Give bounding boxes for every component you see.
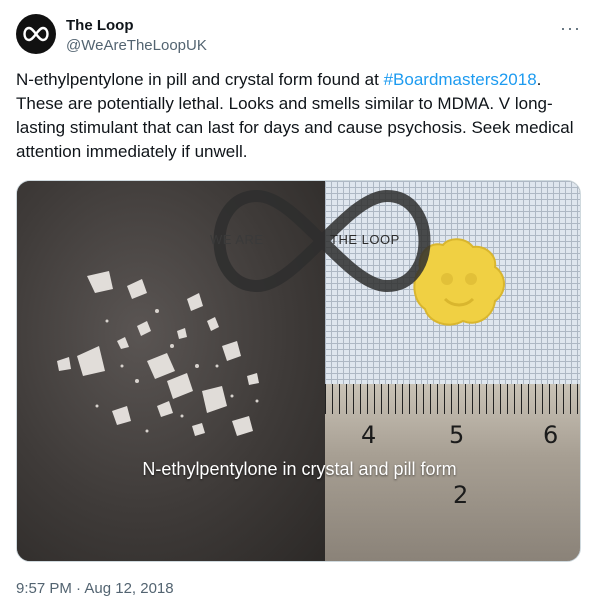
logo-text-we-are: WE ARE bbox=[210, 232, 264, 247]
ruler-number-6: 6 bbox=[543, 421, 559, 449]
ruler-number-2: 2 bbox=[453, 481, 469, 509]
tweet-text: N-ethylpentylone in pill and crystal for… bbox=[16, 68, 581, 164]
ruler-number-5: 5 bbox=[449, 421, 465, 449]
avatar[interactable] bbox=[16, 14, 56, 54]
tweet-card: The Loop @WeAreTheLoopUK ··· N-ethylpent… bbox=[0, 0, 597, 614]
infinity-logo-icon bbox=[23, 26, 49, 42]
author-handle[interactable]: @WeAreTheLoopUK bbox=[66, 37, 207, 54]
ruler-number-4: 4 bbox=[361, 421, 377, 449]
more-options-icon[interactable]: ··· bbox=[560, 18, 581, 39]
logo-text-the-loop: THE LOOP bbox=[330, 232, 400, 247]
tweet-timestamp[interactable]: 9:57 PM · Aug 12, 2018 bbox=[16, 580, 174, 597]
author-name[interactable]: The Loop bbox=[66, 17, 134, 34]
ruler-ticks bbox=[325, 384, 580, 414]
image-caption: N-ethylpentylone in crystal and pill for… bbox=[142, 459, 457, 479]
hashtag-link[interactable]: #Boardmasters2018 bbox=[384, 70, 537, 89]
tweet-text-start: N-ethylpentylone in pill and crystal for… bbox=[16, 70, 384, 89]
tweet-media-image[interactable]: 4 5 6 2 WE ARE THE LOOP N-ethylpentylone… bbox=[16, 180, 581, 562]
